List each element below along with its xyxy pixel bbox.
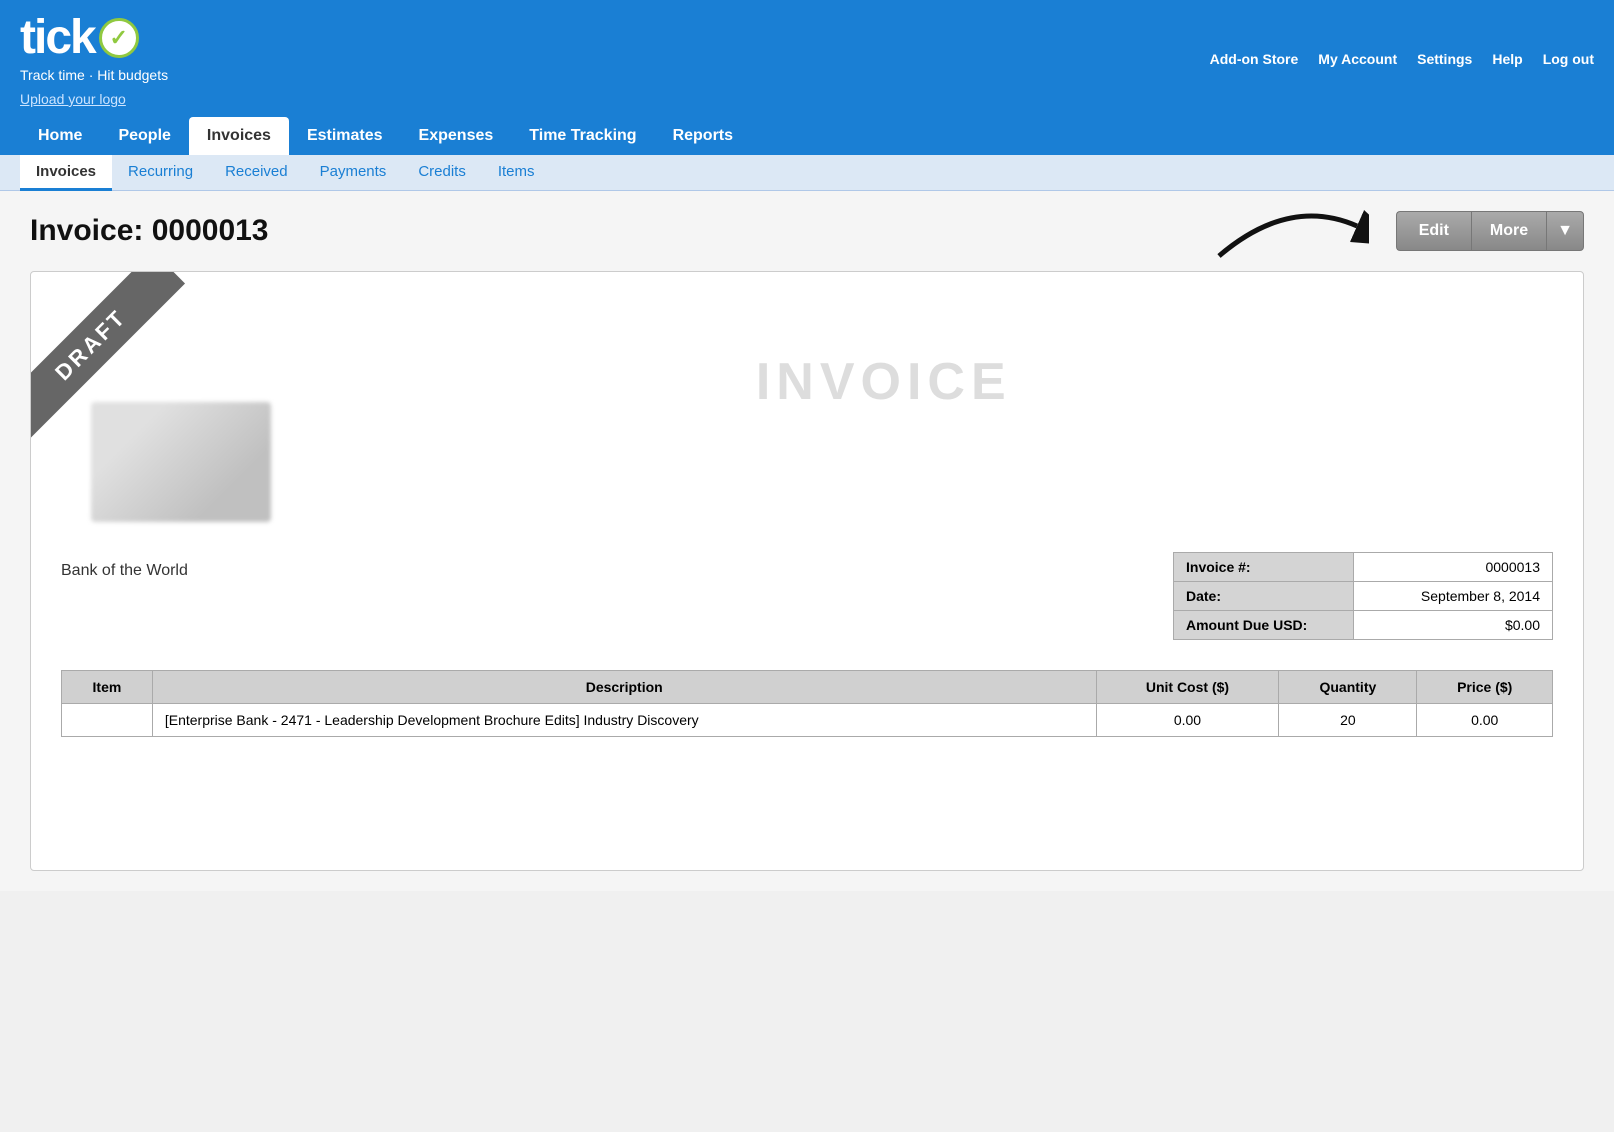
line-items-section: Item Description Unit Cost ($) Quantity …	[61, 670, 1553, 737]
invoice-watermark: INVOICE	[756, 352, 1012, 412]
subnav-items[interactable]: Items	[482, 155, 551, 191]
logo-icon: ✓	[99, 18, 139, 58]
line-item-description: [Enterprise Bank - 2471 - Leadership Dev…	[152, 704, 1096, 737]
col-item: Item	[62, 671, 153, 704]
content-area: Invoice: 0000013 Edit More ▼	[0, 191, 1614, 891]
table-row: [Enterprise Bank - 2471 - Leadership Dev…	[62, 704, 1553, 737]
line-item-price: 0.00	[1417, 704, 1553, 737]
nav-expenses[interactable]: Expenses	[401, 117, 512, 155]
line-item-quantity: 20	[1279, 704, 1417, 737]
more-button[interactable]: More	[1471, 211, 1546, 251]
subnav-received[interactable]: Received	[209, 155, 304, 191]
settings-link[interactable]: Settings	[1417, 51, 1472, 67]
subnav-payments[interactable]: Payments	[304, 155, 403, 191]
my-account-link[interactable]: My Account	[1318, 51, 1397, 67]
line-items-table: Item Description Unit Cost ($) Quantity …	[61, 670, 1553, 737]
col-description: Description	[152, 671, 1096, 704]
subnav-invoices[interactable]: Invoices	[20, 155, 112, 191]
col-price: Price ($)	[1417, 671, 1553, 704]
invoice-date-label: Date:	[1174, 582, 1354, 611]
nav-reports[interactable]: Reports	[655, 117, 751, 155]
invoice-date-value: September 8, 2014	[1354, 582, 1553, 611]
nav-invoices[interactable]: Invoices	[189, 117, 289, 155]
subnav-credits[interactable]: Credits	[402, 155, 482, 191]
invoice-amount-label: Amount Due USD:	[1174, 611, 1354, 640]
logout-link[interactable]: Log out	[1543, 51, 1594, 67]
logo-area: tick ✓ Track time · Hit budgets Upload y…	[20, 10, 168, 107]
page-header: Invoice: 0000013 Edit More ▼	[30, 211, 1584, 251]
top-nav-links: Add-on Store My Account Settings Help Lo…	[1210, 51, 1594, 67]
page-header-actions: Edit More ▼	[1396, 211, 1584, 251]
invoice-info-table: Invoice #: 0000013 Date: September 8, 20…	[1173, 552, 1553, 640]
page-title: Invoice: 0000013	[30, 214, 269, 248]
line-items-header-row: Item Description Unit Cost ($) Quantity …	[62, 671, 1553, 704]
invoice-number-value: 0000013	[1354, 553, 1553, 582]
main-nav: Home People Invoices Estimates Expenses …	[0, 117, 1614, 155]
nav-time-tracking[interactable]: Time Tracking	[511, 117, 654, 155]
col-unit-cost: Unit Cost ($)	[1096, 671, 1279, 704]
blurred-logo-placeholder	[91, 402, 271, 522]
checkmark-icon: ✓	[110, 25, 128, 51]
client-name: Bank of the World	[61, 552, 188, 580]
nav-estimates[interactable]: Estimates	[289, 117, 401, 155]
dropdown-button[interactable]: ▼	[1546, 211, 1584, 251]
help-link[interactable]: Help	[1492, 51, 1522, 67]
invoice-number-label: Invoice #:	[1174, 553, 1354, 582]
invoice-amount-row: Amount Due USD: $0.00	[1174, 611, 1553, 640]
edit-button[interactable]: Edit	[1396, 211, 1471, 251]
invoice-date-row: Date: September 8, 2014	[1174, 582, 1553, 611]
arrow-annotation	[1209, 186, 1369, 266]
logo-brand: tick ✓	[20, 10, 168, 65]
invoice-box: DRAFT INVOICE Bank of the World Invoice …	[30, 271, 1584, 871]
nav-home[interactable]: Home	[20, 117, 100, 155]
addon-store-link[interactable]: Add-on Store	[1210, 51, 1299, 67]
logo-text: tick	[20, 10, 95, 65]
line-item-unit-cost: 0.00	[1096, 704, 1279, 737]
logo-tagline: Track time · Hit budgets	[20, 67, 168, 83]
upload-logo-link[interactable]: Upload your logo	[20, 91, 168, 107]
subnav-recurring[interactable]: Recurring	[112, 155, 209, 191]
col-quantity: Quantity	[1279, 671, 1417, 704]
invoice-details-row: Bank of the World Invoice #: 0000013 Dat…	[61, 552, 1553, 640]
line-item-item	[62, 704, 153, 737]
invoice-amount-value: $0.00	[1354, 611, 1553, 640]
nav-people[interactable]: People	[100, 117, 188, 155]
top-header: tick ✓ Track time · Hit budgets Upload y…	[0, 0, 1614, 117]
chevron-down-icon: ▼	[1557, 222, 1573, 239]
action-buttons: Edit More ▼	[1396, 211, 1584, 251]
invoice-number-row: Invoice #: 0000013	[1174, 553, 1553, 582]
sub-nav: Invoices Recurring Received Payments Cre…	[0, 155, 1614, 191]
